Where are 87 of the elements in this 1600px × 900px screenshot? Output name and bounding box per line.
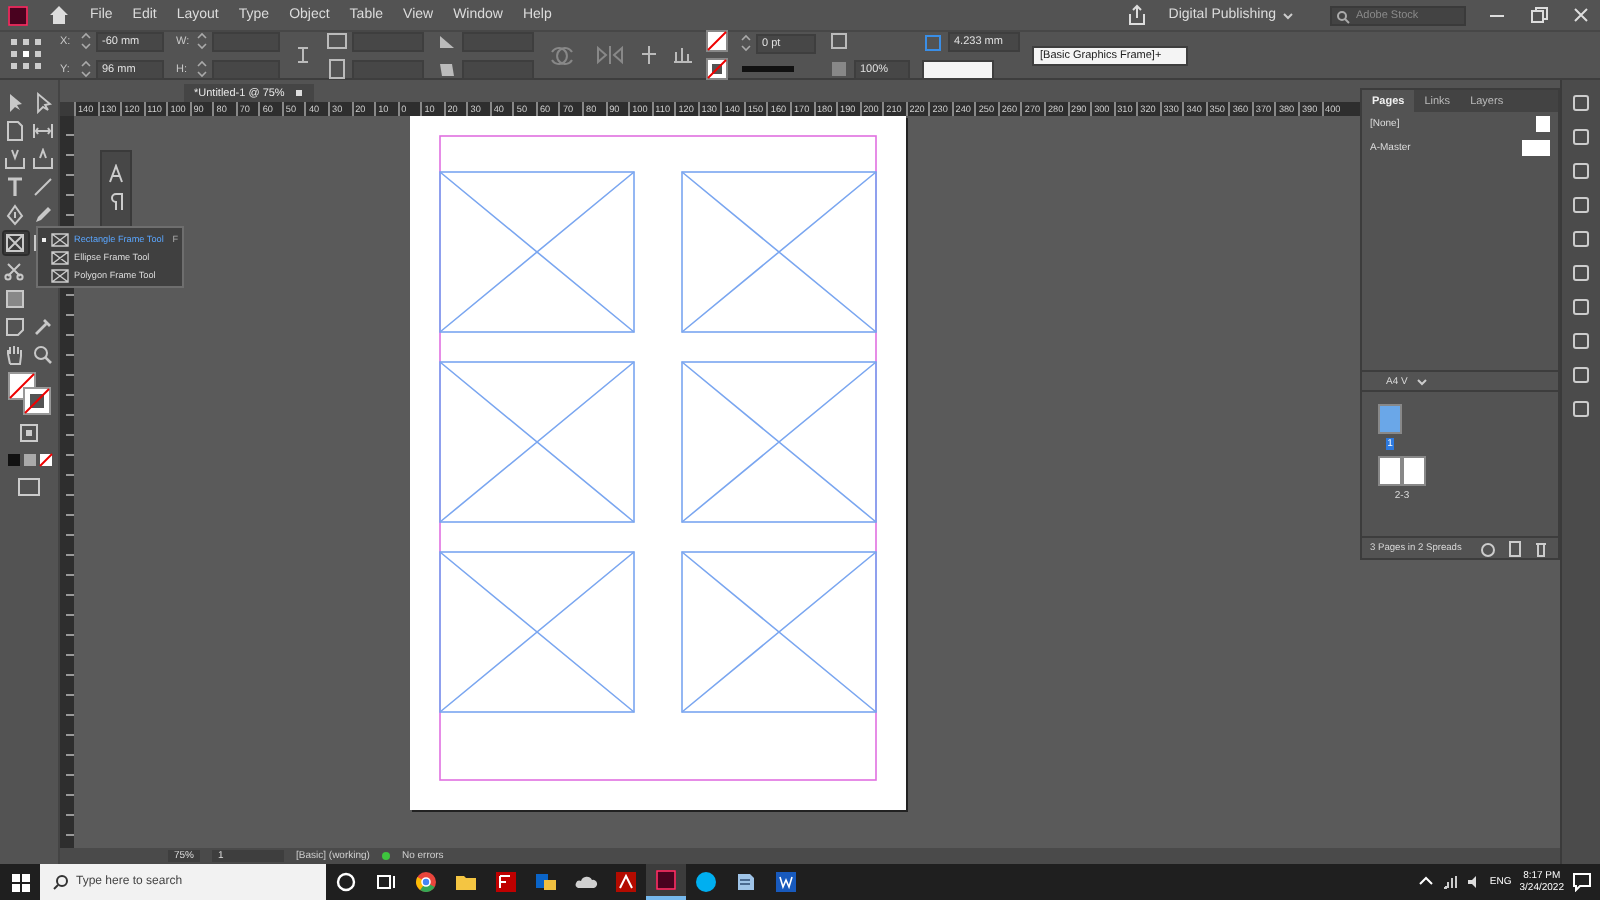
edit-page-size-icon[interactable] <box>1480 539 1498 557</box>
master-spread-thumbnail[interactable] <box>1522 140 1550 156</box>
search-icon <box>52 874 68 890</box>
page-thumbnail[interactable] <box>1378 456 1402 486</box>
corner-icon[interactable] <box>922 31 944 53</box>
text-wrap-icon[interactable] <box>1570 364 1592 386</box>
network-icon[interactable] <box>1441 874 1458 890</box>
character-icon[interactable] <box>108 164 124 184</box>
spinner-icon[interactable] <box>740 32 752 54</box>
align-panel-icon[interactable] <box>1570 398 1592 420</box>
page-thumbnail[interactable] <box>1402 456 1426 486</box>
layout-app-icon[interactable] <box>654 868 678 892</box>
hand-icon[interactable] <box>4 344 26 366</box>
document-app-icon[interactable] <box>774 870 798 894</box>
caret-icon[interactable] <box>1415 375 1428 387</box>
scissors-icon[interactable] <box>4 260 26 282</box>
content-placer-icon[interactable] <box>32 148 54 170</box>
link-icon[interactable] <box>1570 126 1592 148</box>
eyedropper-icon[interactable] <box>32 316 54 338</box>
note-icon[interactable] <box>4 316 26 338</box>
task-view-icon[interactable] <box>374 870 398 894</box>
restore-icon[interactable] <box>1528 4 1550 26</box>
chat-app-icon[interactable] <box>694 870 718 894</box>
layers-icon[interactable] <box>1570 160 1592 182</box>
swatch-field[interactable] <box>922 59 994 79</box>
rectangle-frame-icon <box>50 231 70 247</box>
new-page-icon[interactable] <box>1506 539 1524 557</box>
search-icon <box>1336 9 1350 23</box>
content-collector-icon[interactable] <box>4 148 26 170</box>
scale-y-icon[interactable] <box>326 58 348 80</box>
paragraph-icon[interactable] <box>108 192 124 212</box>
fill-swatch-icon[interactable] <box>706 30 728 52</box>
ellipse-frame-icon <box>50 249 70 265</box>
direct-selection-icon[interactable] <box>32 92 54 114</box>
close-icon[interactable] <box>294 88 305 98</box>
app-logo-icon[interactable] <box>8 5 28 25</box>
volume-icon[interactable] <box>1465 874 1482 890</box>
mail-app-icon[interactable] <box>534 870 558 894</box>
screen-mode-icon[interactable] <box>16 476 42 498</box>
selection-arrow-icon[interactable] <box>4 92 26 114</box>
distribute-icon[interactable] <box>672 44 694 66</box>
polygon-frame-icon <box>50 267 70 283</box>
notification-icon[interactable] <box>1572 872 1592 892</box>
gap-tool-icon[interactable] <box>32 120 54 142</box>
type-tool-icon[interactable] <box>4 176 26 198</box>
opacity-icon[interactable] <box>828 58 850 80</box>
page-tool-icon[interactable] <box>4 120 26 142</box>
frame-fitting-icon[interactable] <box>828 30 850 52</box>
status-dot <box>381 852 390 860</box>
fill-stroke-swatches-icon[interactable] <box>7 372 51 416</box>
gradient-icon[interactable] <box>1570 296 1592 318</box>
page-thumbnail[interactable] <box>1378 404 1402 434</box>
stroke-icon[interactable] <box>1570 194 1592 216</box>
scale-x-icon[interactable] <box>326 30 348 52</box>
close-icon[interactable] <box>1570 4 1592 26</box>
ftp-app-icon[interactable] <box>494 870 518 894</box>
stroke-type-icon[interactable] <box>740 60 796 78</box>
share-icon[interactable] <box>1126 4 1149 26</box>
chevron-up-icon[interactable] <box>1417 874 1434 890</box>
swatches-icon[interactable] <box>1570 228 1592 250</box>
stroke-swatch-icon[interactable] <box>706 58 728 80</box>
pages-icon[interactable] <box>1570 92 1592 114</box>
spinner-icon[interactable] <box>80 58 92 80</box>
notepad-icon[interactable] <box>734 870 758 894</box>
home-icon[interactable] <box>48 4 70 26</box>
zoom-icon[interactable] <box>32 344 54 366</box>
spinner-icon[interactable] <box>196 58 208 80</box>
windows-icon[interactable] <box>9 871 31 893</box>
pen-tool-icon[interactable] <box>4 204 26 226</box>
browser-icon[interactable] <box>414 870 438 894</box>
master-page-thumbnail[interactable] <box>1536 116 1550 132</box>
gradient-swatch-icon[interactable] <box>4 288 26 310</box>
circle-icon[interactable] <box>334 870 358 894</box>
spinner-icon[interactable] <box>196 30 208 52</box>
line-tool-icon[interactable] <box>32 176 54 198</box>
apply-color-icon[interactable] <box>5 450 53 470</box>
formatting-icon[interactable] <box>18 422 40 444</box>
trash-icon[interactable] <box>1532 539 1550 557</box>
pdf-app-icon[interactable] <box>614 870 638 894</box>
rectangle-frame-icon[interactable] <box>4 232 26 254</box>
spinner-icon[interactable] <box>80 30 92 52</box>
caret-icon[interactable] <box>1282 9 1294 21</box>
effects-icon[interactable] <box>1570 330 1592 352</box>
align-icon[interactable] <box>638 44 660 66</box>
folder-icon[interactable] <box>454 870 478 894</box>
chain-icon[interactable] <box>292 44 314 66</box>
color-icon[interactable] <box>1570 262 1592 284</box>
